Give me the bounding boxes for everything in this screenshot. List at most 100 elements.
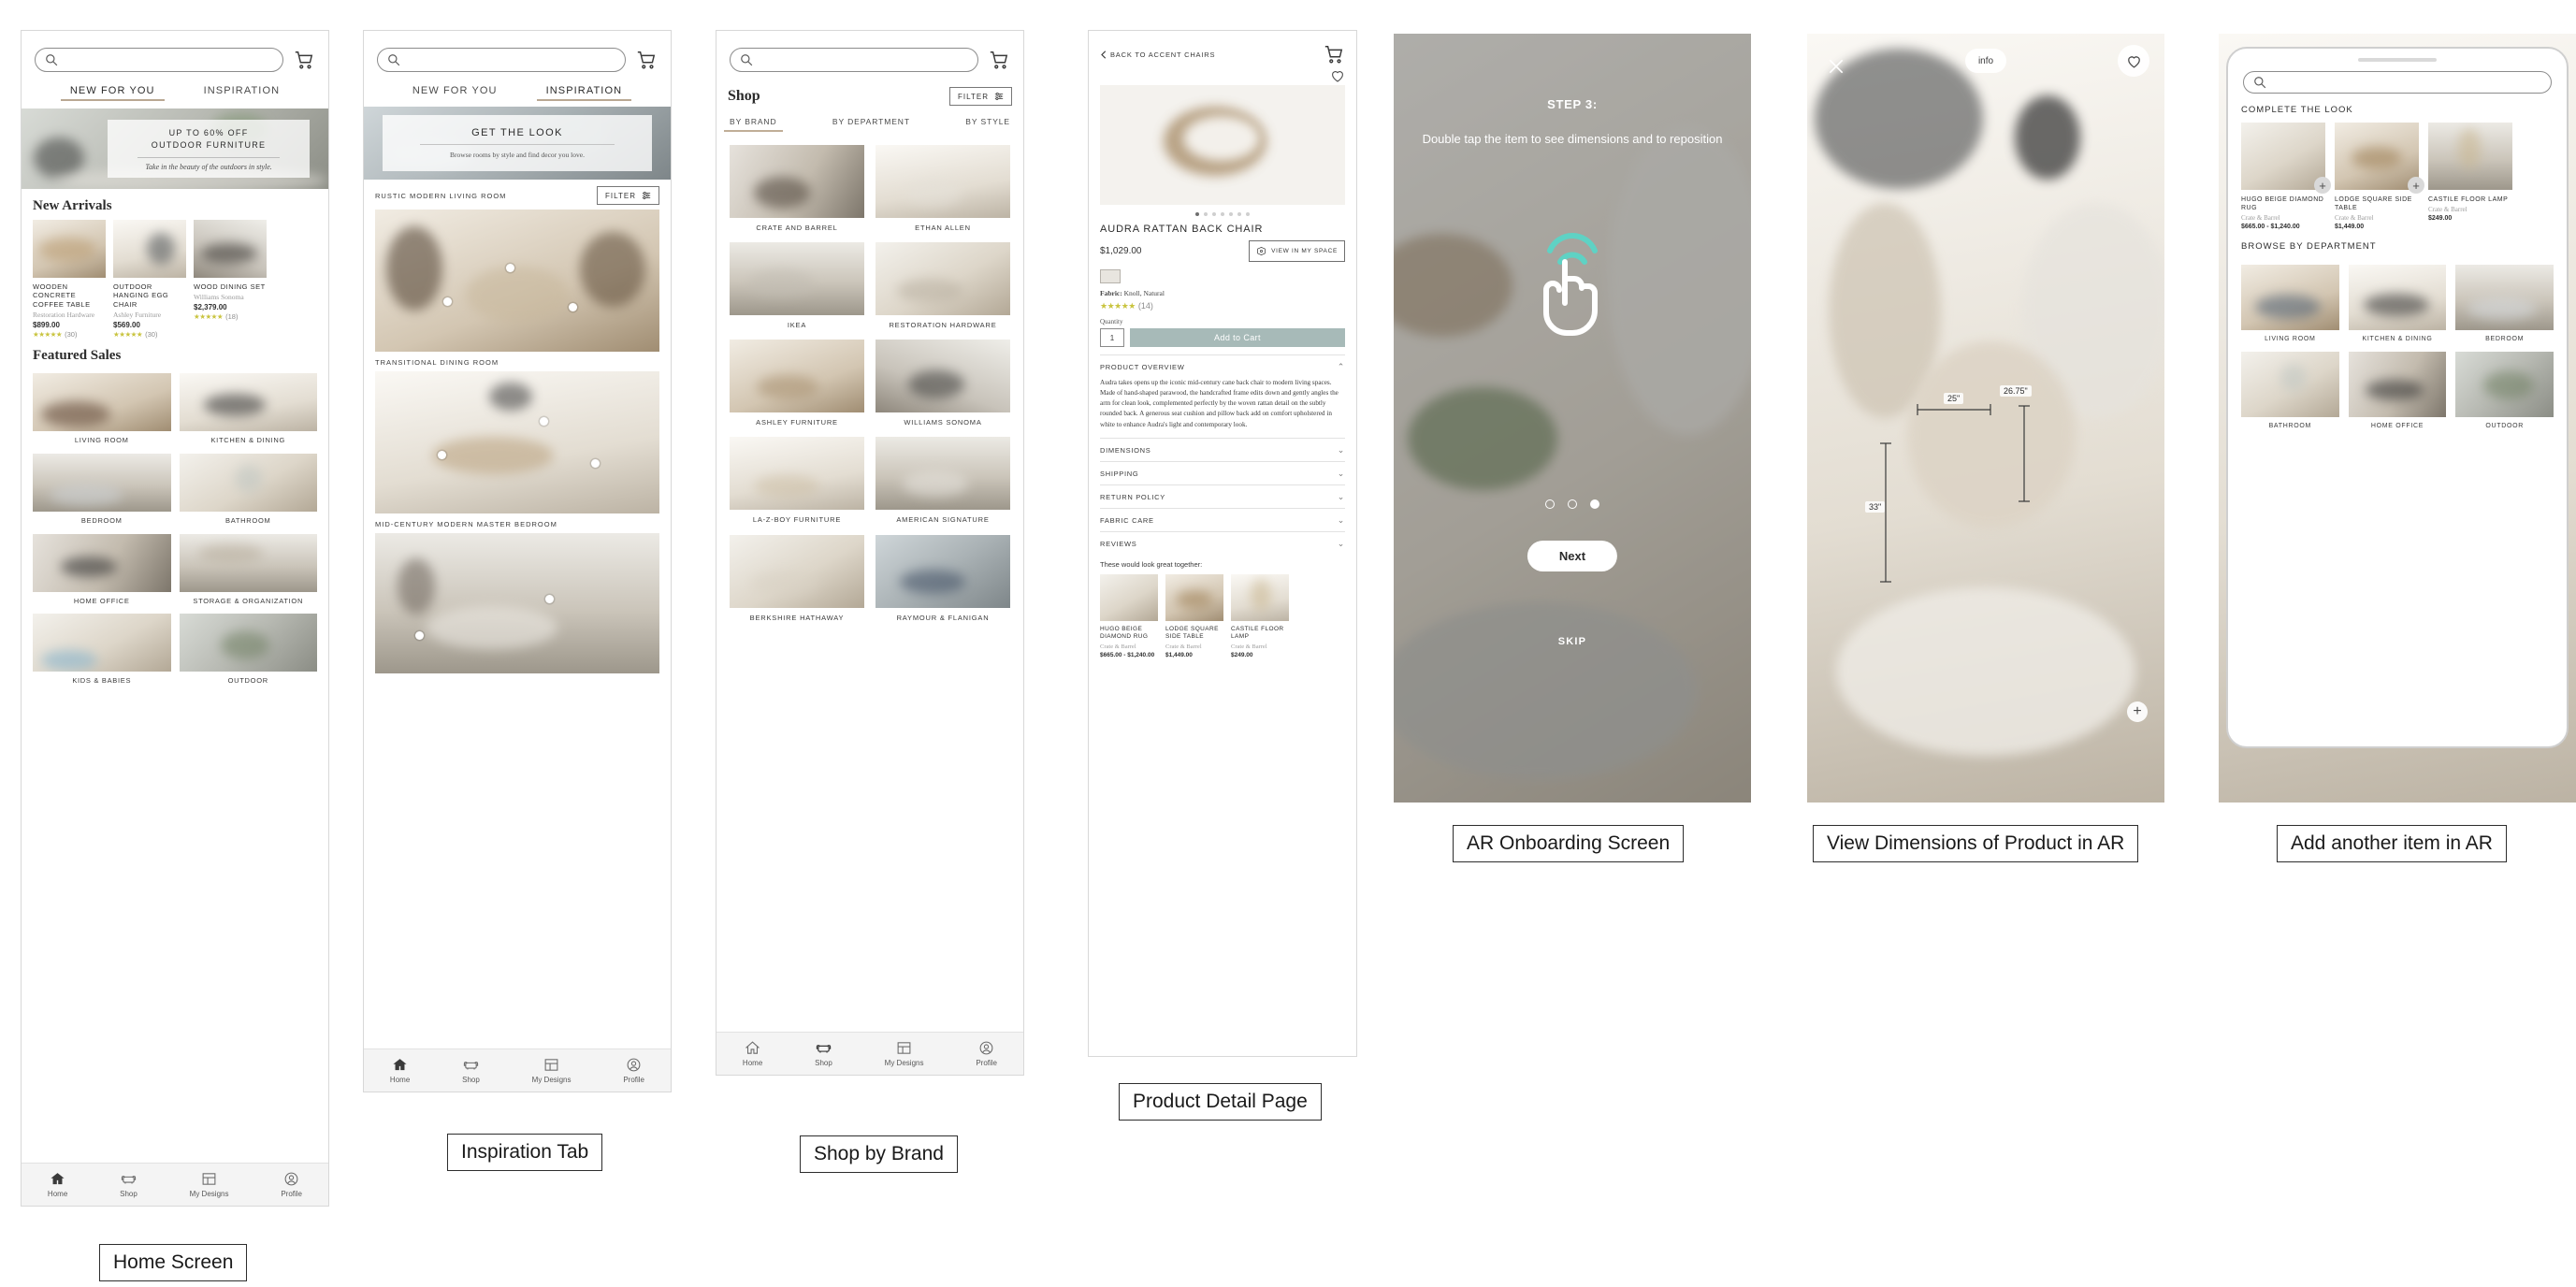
- category-card-storage[interactable]: STORAGE & ORGANIZATION: [179, 533, 317, 606]
- tabbar-item-home[interactable]: Home: [390, 1057, 410, 1084]
- room-image-living[interactable]: [375, 210, 659, 352]
- category-card-outdoor[interactable]: OUTDOOR: [179, 614, 317, 686]
- promo-banner[interactable]: UP TO 60% OFF OUTDOOR FURNITURE Take in …: [22, 108, 328, 189]
- brand-card-crate-and-barrel[interactable]: CRATE AND BARREL: [730, 145, 864, 233]
- brand-card-williams-sonoma[interactable]: WILLIAMS SONOMA: [876, 340, 1010, 427]
- carousel-dot[interactable]: [1204, 212, 1208, 216]
- add-to-cart-button[interactable]: Add to Cart: [1130, 328, 1345, 347]
- category-card-living-room[interactable]: LIVING ROOM: [33, 373, 171, 445]
- tab-by-style[interactable]: BY STYLE: [965, 117, 1010, 132]
- category-card-kitchen-dining[interactable]: KITCHEN & DINING: [179, 373, 317, 445]
- cart-icon[interactable]: [635, 50, 658, 70]
- heart-icon[interactable]: [1330, 68, 1345, 83]
- hotspot-pin[interactable]: [568, 303, 577, 312]
- product-card[interactable]: WOOD DINING SET Williams Sonoma $2,379.0…: [194, 220, 267, 339]
- tab-inspiration[interactable]: INSPIRATION: [536, 85, 631, 101]
- tabbar-item-my-designs[interactable]: My Designs: [532, 1057, 571, 1084]
- pagination-dot[interactable]: [1545, 499, 1555, 509]
- department-card-bathroom[interactable]: BATHROOM: [2241, 352, 2339, 429]
- category-card-bedroom[interactable]: BEDROOM: [33, 453, 171, 526]
- brand-card-ethan-allen[interactable]: ETHAN ALLEN: [876, 145, 1010, 233]
- search-input[interactable]: [377, 48, 626, 72]
- cart-icon[interactable]: [1323, 44, 1345, 65]
- accordion-reviews[interactable]: REVIEWS ⌄: [1100, 530, 1345, 555]
- tabbar-item-home[interactable]: Home: [743, 1040, 762, 1067]
- recommendation-card[interactable]: CASTILE FLOOR LAMP Crate & Barrel $249.0…: [1231, 573, 1289, 658]
- get-the-look-hero[interactable]: GET THE LOOK Browse rooms by style and f…: [364, 107, 671, 180]
- filter-button[interactable]: FILTER: [597, 186, 659, 205]
- tabbar-item-shop[interactable]: Shop: [462, 1057, 480, 1084]
- carousel-dot[interactable]: [1221, 212, 1224, 216]
- tabbar-item-my-designs[interactable]: My Designs: [885, 1040, 923, 1067]
- category-card-bathroom[interactable]: BATHROOM: [179, 453, 317, 526]
- brand-card-berkshire-hathaway[interactable]: BERKSHIRE HATHAWAY: [730, 534, 864, 623]
- tabbar-item-shop[interactable]: Shop: [120, 1171, 137, 1198]
- category-card-kids-babies[interactable]: KIDS & BABIES: [33, 614, 171, 686]
- department-card-kitchen-dining[interactable]: KITCHEN & DINING: [2348, 265, 2447, 342]
- carousel-dots[interactable]: [1089, 205, 1356, 220]
- hotspot-pin[interactable]: [540, 416, 549, 426]
- next-button[interactable]: Next: [1527, 541, 1618, 571]
- product-card[interactable]: CASTILE FLOOR LAMP Crate & Barrel $249.0…: [2428, 123, 2512, 230]
- product-card[interactable]: OUTDOOR HANGING EGG CHAIR Ashley Furnitu…: [113, 220, 186, 339]
- tab-by-brand[interactable]: BY BRAND: [724, 117, 782, 132]
- recommendation-card[interactable]: HUGO BEIGE DIAMOND RUG Crate & Barrel $6…: [1100, 573, 1158, 658]
- search-input[interactable]: [2243, 71, 2552, 94]
- brand-card-la-z-boy[interactable]: LA-Z-BOY FURNITURE: [730, 437, 864, 525]
- back-to-accent-chairs-link[interactable]: BACK TO ACCENT CHAIRS: [1100, 51, 1215, 59]
- hotspot-pin[interactable]: [437, 451, 446, 460]
- tabbar-item-profile[interactable]: Profile: [976, 1040, 997, 1067]
- fabric-swatch[interactable]: [1100, 269, 1121, 283]
- tabbar-item-profile[interactable]: Profile: [623, 1057, 644, 1084]
- hotspot-pin[interactable]: [505, 263, 514, 272]
- hotspot-pin[interactable]: [414, 631, 424, 640]
- tab-new-for-you[interactable]: NEW FOR YOU: [412, 85, 498, 101]
- tabbar-item-shop[interactable]: Shop: [815, 1040, 832, 1067]
- search-input[interactable]: [35, 48, 283, 72]
- brand-card-restoration-hardware[interactable]: RESTORATION HARDWARE: [876, 242, 1010, 330]
- product-hero-image[interactable]: [1100, 85, 1345, 205]
- complete-the-look-products[interactable]: + HUGO BEIGE DIAMOND RUG Crate & Barrel …: [2228, 123, 2567, 230]
- brand-card-ashley-furniture[interactable]: ASHLEY FURNITURE: [730, 340, 864, 427]
- view-in-my-space-button[interactable]: VIEW IN MY SPACE: [1249, 240, 1345, 262]
- add-to-scene-button[interactable]: +: [2408, 177, 2424, 194]
- category-card-home-office[interactable]: HOME OFFICE: [33, 533, 171, 606]
- pagination-dot[interactable]: [1590, 499, 1599, 509]
- carousel-dot[interactable]: [1237, 212, 1241, 216]
- add-item-button[interactable]: +: [2127, 701, 2148, 722]
- room-image-dining[interactable]: [375, 371, 659, 513]
- department-card-outdoor[interactable]: OUTDOOR: [2455, 352, 2554, 429]
- search-input[interactable]: [730, 48, 978, 72]
- filter-button[interactable]: FILTER: [949, 87, 1012, 106]
- accordion-fabric-care[interactable]: FABRIC CARE ⌄: [1100, 507, 1345, 531]
- tab-new-for-you[interactable]: NEW FOR YOU: [60, 85, 165, 101]
- accordion-return-policy[interactable]: RETURN POLICY ⌄: [1100, 484, 1345, 508]
- new-arrivals-list[interactable]: WOODEN CONCRETE COFFEE TABLE Restoration…: [22, 220, 328, 339]
- add-to-scene-button[interactable]: +: [2314, 177, 2331, 194]
- room-image-bedroom[interactable]: [375, 533, 659, 673]
- tabbar-item-my-designs[interactable]: My Designs: [190, 1171, 228, 1198]
- carousel-dot[interactable]: [1229, 212, 1233, 216]
- tab-by-department[interactable]: BY DEPARTMENT: [832, 117, 910, 132]
- product-card[interactable]: + LODGE SQUARE SIDE TABLE Crate & Barrel…: [2335, 123, 2424, 230]
- department-card-bedroom[interactable]: BEDROOM: [2455, 265, 2554, 342]
- accordion-shipping[interactable]: SHIPPING ⌄: [1100, 460, 1345, 484]
- accordion-dimensions[interactable]: DIMENSIONS ⌄: [1100, 437, 1345, 461]
- tabbar-item-profile[interactable]: Profile: [281, 1171, 302, 1198]
- brand-card-raymour-flanigan[interactable]: RAYMOUR & FLANIGAN: [876, 534, 1010, 623]
- quantity-stepper[interactable]: 1: [1100, 328, 1124, 347]
- cart-icon[interactable]: [293, 50, 315, 70]
- carousel-dot[interactable]: [1212, 212, 1216, 216]
- product-card[interactable]: WOODEN CONCRETE COFFEE TABLE Restoration…: [33, 220, 106, 339]
- carousel-dot[interactable]: [1246, 212, 1250, 216]
- recommendation-card[interactable]: LODGE SQUARE SIDE TABLE Crate & Barrel $…: [1165, 573, 1223, 658]
- product-card[interactable]: + HUGO BEIGE DIAMOND RUG Crate & Barrel …: [2241, 123, 2331, 230]
- department-card-living-room[interactable]: LIVING ROOM: [2241, 265, 2339, 342]
- department-card-home-office[interactable]: HOME OFFICE: [2348, 352, 2447, 429]
- tabbar-item-home[interactable]: Home: [48, 1171, 67, 1198]
- tab-inspiration[interactable]: INSPIRATION: [204, 85, 281, 101]
- carousel-dot[interactable]: [1195, 212, 1199, 216]
- recommendations-list[interactable]: HUGO BEIGE DIAMOND RUG Crate & Barrel $6…: [1100, 573, 1345, 658]
- skip-button[interactable]: SKIP: [1394, 636, 1751, 647]
- brand-card-ikea[interactable]: IKEA: [730, 242, 864, 330]
